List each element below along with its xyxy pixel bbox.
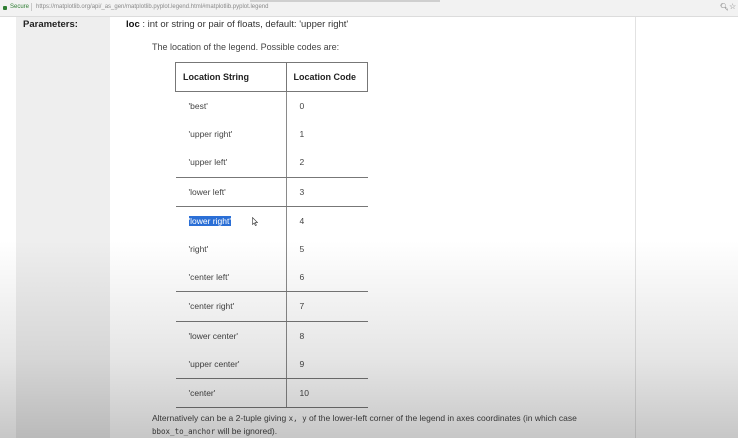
table-row: 'center right' 7 (175, 291, 368, 322)
loc-signature: loc : int or string or pair of floats, d… (126, 19, 348, 30)
table-row: 'right' 5 (175, 234, 368, 264)
location-code-cell: 9 (286, 349, 368, 379)
table-row: 'upper right' 1 (175, 120, 368, 149)
selected-text[interactable]: 'lower right' (188, 215, 231, 226)
header-location-string: Location String (175, 62, 287, 92)
loc-description: The location of the legend. Possible cod… (152, 42, 340, 52)
location-string-cell: 'best' (175, 91, 287, 121)
table-header-row: Location String Location Code (175, 62, 368, 92)
location-code-cell: 7 (286, 291, 368, 322)
parameters-column (16, 17, 110, 438)
secure-label: Secure (10, 4, 30, 10)
location-code-cell: 0 (299, 101, 305, 112)
location-code-cell: 5 (299, 244, 305, 255)
lock-icon (3, 6, 7, 10)
location-codes-table: Location String Location Code 'best' 0 '… (175, 62, 368, 409)
loc-param-name: loc (126, 19, 140, 30)
location-string-cell: 'center right' (175, 291, 287, 322)
location-code-cell: 6 (286, 263, 368, 293)
location-code-cell: 8 (299, 330, 305, 341)
table-row: 'best' 0 (175, 91, 368, 121)
zoom-icon[interactable]: 🔍︎ (720, 3, 729, 11)
location-string-cell: 'right' (175, 234, 287, 264)
table-row: 'lower right' 4 (175, 206, 368, 235)
location-string-cell: 'center' (175, 378, 287, 409)
address-bar[interactable]: Secure https://matplotlib.org/api/_as_ge… (0, 0, 738, 17)
location-string-cell: 'upper center' (175, 349, 287, 379)
bookmark-star-icon[interactable]: ☆ (729, 2, 736, 11)
table-row: 'lower center' 8 (175, 321, 368, 350)
table-row: 'center' 10 (175, 378, 368, 409)
location-string-cell: 'upper right' (175, 120, 287, 149)
alternative-note: Alternatively can be a 2-tuple giving x,… (152, 412, 622, 438)
note-code-xy: x, y (288, 414, 307, 423)
address-divider (31, 3, 32, 11)
location-string-cell: 'lower left' (175, 177, 287, 207)
video-overlay-shade (0, 240, 738, 438)
location-string-cell: 'center left' (175, 263, 287, 293)
location-string-cell: 'upper left' (175, 148, 287, 178)
url-text[interactable]: https://matplotlib.org/api/_as_gen/matpl… (36, 4, 268, 10)
table-row: 'center left' 6 (175, 263, 368, 293)
table-row: 'upper left' 2 (175, 148, 368, 178)
location-code-cell: 3 (286, 177, 368, 207)
content-right-border (635, 17, 636, 438)
tab-strip-edge (250, 0, 440, 2)
location-code-cell: 2 (286, 148, 368, 178)
header-location-code: Location Code (285, 62, 368, 92)
note-text-3: will be ignored). (215, 426, 278, 436)
location-string-cell: 'lower center' (175, 321, 287, 350)
location-string-cell[interactable]: 'lower right' (175, 206, 287, 235)
location-code-cell: 1 (299, 129, 305, 140)
table-row: 'lower left' 3 (175, 177, 368, 207)
note-text-2: of the lower-left corner of the legend i… (306, 413, 577, 423)
note-code-bbox: bbox_to_anchor (152, 427, 216, 436)
parameters-label: Parameters: (23, 19, 78, 30)
table-row: 'upper center' 9 (175, 349, 368, 379)
loc-param-type: : int or string or pair of floats, defau… (139, 19, 349, 30)
location-code-cell: 4 (299, 215, 305, 226)
location-code-cell: 10 (286, 378, 368, 409)
note-text-1: Alternatively can be a 2-tuple giving (152, 413, 289, 423)
mouse-cursor-icon (252, 217, 258, 226)
